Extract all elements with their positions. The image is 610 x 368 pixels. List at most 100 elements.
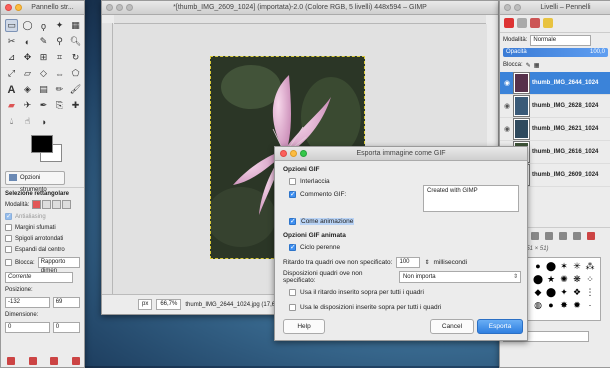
clone-icon[interactable]: ⎘ [53,99,66,112]
tab-paths-icon[interactable] [530,18,540,28]
expand-center-checkbox[interactable] [5,246,12,253]
feather-checkbox[interactable] [5,224,12,231]
fuzzy-select-icon[interactable]: ✦ [53,19,66,32]
tab-undo-icon[interactable] [543,18,553,28]
loop-checkbox[interactable] [289,243,296,251]
loop-row[interactable]: Ciclo perenne [283,242,521,252]
use-disposal-all-checkbox[interactable] [289,303,296,311]
rotate-icon[interactable]: ↻ [69,51,82,64]
brush-item[interactable]: ⁂ [584,260,596,272]
align-icon[interactable]: ⊞ [37,51,50,64]
blur-icon[interactable]: 💧︎ [5,115,18,128]
brush-item[interactable]: ✸ [558,299,570,311]
use-disposal-all-row[interactable]: Usa le disposizioni inserite sopra per t… [283,302,521,312]
opacity-slider[interactable]: Opacità 100,0 [503,48,608,57]
brush-item[interactable]: ⬤ [545,260,557,272]
brush-item[interactable]: · [584,299,596,311]
rounded-row[interactable]: Spigoli arrotondati [1,233,84,244]
comment-checkbox[interactable] [289,190,296,198]
shear-icon[interactable]: ▱ [21,67,34,80]
use-delay-all-row[interactable]: Usa il ritardo inserito sopra per tutti … [283,287,521,297]
color-select-icon[interactable]: ▦ [69,19,82,32]
feather-row[interactable]: Margini sfumati [1,222,84,233]
brush-item[interactable]: ⋮ [584,286,596,298]
zoom-select[interactable]: 66,7% [156,299,182,310]
brush-item[interactable]: ◍ [532,299,544,311]
brush-item[interactable]: ✦ [558,286,570,298]
close-button[interactable] [280,150,287,157]
cancel-button[interactable]: Cancel [430,319,474,334]
ellipse-select-icon[interactable]: ◯ [21,19,34,32]
antialias-row[interactable]: Antialiasing [1,211,84,222]
minimize-button[interactable] [116,4,123,11]
visibility-eye-icon[interactable]: ◉ [503,79,511,87]
flip-icon[interactable]: ⇔ [53,67,66,80]
visibility-eye-icon[interactable]: ◉ [503,125,511,133]
interlace-checkbox[interactable] [289,177,296,185]
expand-center-row[interactable]: Espandi dal centro [1,244,84,255]
brush-item[interactable]: ✳ [571,260,583,272]
as-animation-checkbox[interactable] [289,217,296,225]
tab-layers-icon[interactable] [504,18,514,28]
minimize-button[interactable] [15,4,22,11]
antialias-checkbox[interactable] [5,212,12,220]
minimize-button[interactable] [514,4,521,11]
horizontal-ruler[interactable] [114,15,486,24]
free-select-icon[interactable]: ϙ [37,19,50,32]
layer-item[interactable]: ◉ thumb_IMG_2628_1024 [500,95,610,118]
brush-item[interactable]: ◆ [532,286,544,298]
disposal-select[interactable]: Non importa [398,271,521,283]
layer-item[interactable]: ◉ thumb_IMG_2621_1024 [500,118,610,141]
delete-options-icon[interactable] [50,357,59,365]
zoom-button[interactable] [300,150,307,157]
close-button[interactable] [106,4,113,11]
brush-item[interactable]: ❖ [571,286,583,298]
rect-select-icon[interactable]: ▭ [5,19,18,32]
fixed-checkbox[interactable] [5,259,12,266]
help-button[interactable]: Help [283,319,325,334]
reset-options-icon[interactable] [71,357,80,365]
cage-icon[interactable]: ⬠ [69,67,82,80]
delay-input[interactable]: 100 [396,256,421,268]
anchor-layer-icon[interactable] [572,232,581,240]
as-animation-row[interactable]: Come animazione [283,216,521,226]
brush-item[interactable]: ● [532,260,544,272]
paths-icon[interactable]: ✎ [37,35,50,48]
save-options-icon[interactable] [7,357,15,365]
duplicate-layer-icon[interactable] [558,232,567,240]
brush-item[interactable]: ✹ [571,299,583,311]
tool-options-tab[interactable]: Opzioni strumento [5,171,65,193]
pencil-icon[interactable]: ✏ [53,83,66,96]
restore-options-icon[interactable] [28,357,37,365]
paintbrush-icon[interactable]: 🖌︎ [69,83,82,96]
fixed-select[interactable]: Rapporto dimen [37,257,80,274]
lock-pixels-icon[interactable]: ✎ [526,62,531,69]
brush-item[interactable]: ⬤ [545,286,557,298]
zoom-button[interactable] [126,4,133,11]
raise-layer-icon[interactable] [530,232,539,240]
ink-icon[interactable]: ✒ [37,99,50,112]
gradient-icon[interactable]: ▤ [37,83,50,96]
heal-icon[interactable]: ✚ [69,99,82,112]
measure-icon[interactable]: ⊿ [5,51,18,64]
eraser-icon[interactable]: ▰ [5,99,18,112]
layer-mode-select[interactable]: Normale [530,34,592,46]
rounded-checkbox[interactable] [5,235,12,242]
brush-item[interactable]: ✺ [558,273,570,285]
fg-bg-colors[interactable] [5,133,84,169]
smudge-icon[interactable]: ☝ [21,115,34,128]
brush-item[interactable]: ● [545,299,557,311]
close-button[interactable] [5,4,12,11]
lock-alpha-icon[interactable]: ▦ [534,62,540,69]
move-icon[interactable]: ✥ [21,51,34,64]
size-w-input[interactable]: 0 [5,322,50,333]
foreground-color-swatch[interactable] [31,135,53,153]
delay-stepper-icon[interactable]: ⇕ [424,259,429,266]
layer-item[interactable]: ◉ thumb_IMG_2644_1024 [500,72,610,95]
brush-item[interactable]: ★ [545,273,557,285]
brush-item[interactable]: ✶ [558,260,570,272]
position-x-input[interactable]: -132 [5,297,50,308]
current-field[interactable]: Corrente [5,272,73,283]
minimize-button[interactable] [290,150,297,157]
comment-textarea[interactable]: Created with GIMP [423,185,519,212]
